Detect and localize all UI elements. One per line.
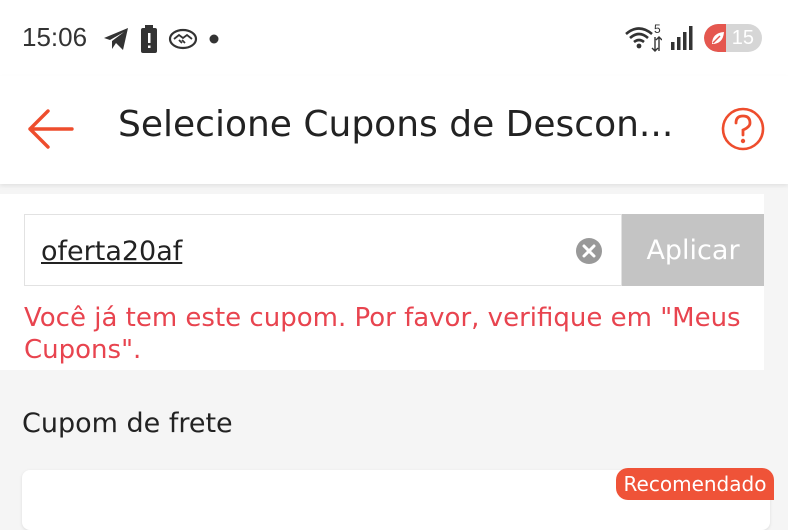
status-time: 15:06 bbox=[22, 22, 88, 52]
dot-icon bbox=[209, 34, 219, 44]
status-icons-right: 5 15 bbox=[624, 22, 762, 54]
apply-button[interactable]: Aplicar bbox=[622, 214, 764, 286]
handshake-icon bbox=[168, 28, 198, 50]
status-icons-left bbox=[102, 24, 220, 54]
arrow-left-icon bbox=[28, 109, 74, 149]
battery-indicator: 15 bbox=[704, 24, 762, 52]
status-bar: 15:06 5 15 bbox=[0, 0, 788, 76]
coupon-input-box bbox=[24, 214, 622, 286]
section-title-shipping: Cupom de frete bbox=[22, 408, 233, 439]
battery-alert-icon bbox=[141, 25, 157, 53]
signal-icon bbox=[671, 26, 693, 50]
help-button[interactable] bbox=[720, 106, 766, 152]
error-message: Você já tem este cupom. Por favor, verif… bbox=[24, 303, 741, 365]
wifi-icon: 5 bbox=[625, 23, 662, 52]
leaf-icon bbox=[712, 32, 724, 44]
back-button[interactable] bbox=[24, 102, 78, 156]
coupon-code-input[interactable] bbox=[41, 229, 561, 273]
clear-input-button[interactable] bbox=[573, 235, 605, 267]
wifi-band-label: 5 bbox=[654, 23, 661, 36]
page-title: Selecione Cupons de Descon... bbox=[118, 104, 674, 145]
help-circle-icon bbox=[721, 107, 765, 151]
telegram-icon bbox=[104, 28, 128, 50]
battery-level: 15 bbox=[731, 26, 754, 49]
recommended-badge: Recomendado bbox=[616, 468, 774, 500]
app-header: Selecione Cupons de Descon... bbox=[0, 76, 788, 184]
coupon-entry-card: Aplicar Você já tem este cupom. Por favo… bbox=[0, 194, 764, 370]
clear-icon bbox=[576, 238, 602, 264]
